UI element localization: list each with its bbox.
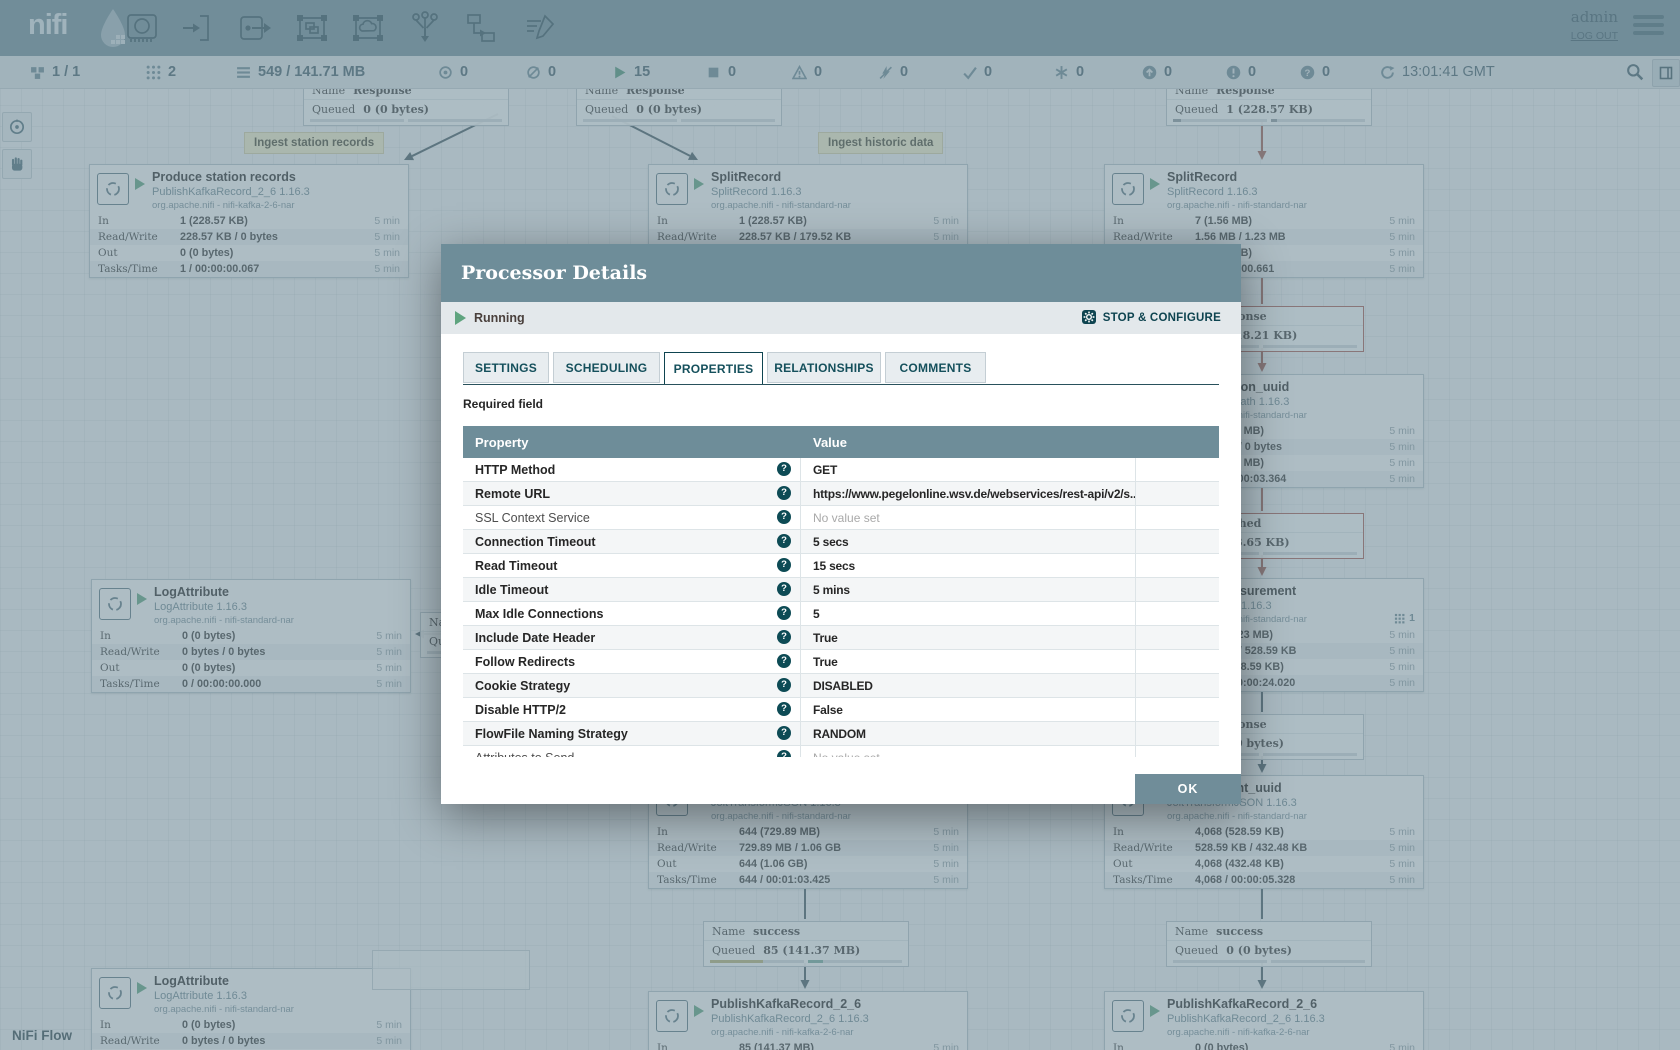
help-icon[interactable]: ? xyxy=(777,726,791,740)
help-icon[interactable]: ? xyxy=(777,678,791,692)
help-icon[interactable]: ? xyxy=(777,510,791,524)
stop-and-configure-button[interactable]: STOP & CONFIGURE xyxy=(1075,308,1227,329)
tab-scheduling[interactable]: SCHEDULING xyxy=(553,352,660,383)
property-value: GET xyxy=(801,458,1136,481)
gear-icon xyxy=(1081,309,1097,328)
property-name: Disable HTTP/2 xyxy=(463,703,566,717)
help-icon[interactable]: ? xyxy=(777,702,791,716)
help-icon[interactable]: ? xyxy=(777,630,791,644)
property-row: Follow Redirects? True xyxy=(463,650,1219,674)
property-row: Connection Timeout? 5 secs xyxy=(463,530,1219,554)
help-icon[interactable]: ? xyxy=(777,606,791,620)
tab-comments[interactable]: COMMENTS xyxy=(885,352,986,383)
property-row: Idle Timeout? 5 mins xyxy=(463,578,1219,602)
property-row: FlowFile Naming Strategy? RANDOM xyxy=(463,722,1219,746)
processor-state-label: Running xyxy=(474,311,525,325)
property-row: Max Idle Connections? 5 xyxy=(463,602,1219,626)
property-name: HTTP Method xyxy=(463,463,555,477)
property-row: Disable HTTP/2? False xyxy=(463,698,1219,722)
processor-details-dialog: Processor Details Running STOP & CONFIGU… xyxy=(441,244,1241,804)
tab-properties[interactable]: PROPERTIES xyxy=(664,352,763,384)
help-icon[interactable]: ? xyxy=(777,558,791,572)
property-column-header: Property xyxy=(463,435,801,450)
property-name: SSL Context Service xyxy=(463,511,590,525)
property-row: Remote URL? https://www.pegelonline.wsv.d… xyxy=(463,482,1219,506)
property-name: Connection Timeout xyxy=(463,535,596,549)
processor-state-bar: Running STOP & CONFIGURE xyxy=(441,302,1241,334)
nifi-app: Ingest station recordsIngest historic da… xyxy=(0,0,1680,1050)
help-icon[interactable]: ? xyxy=(777,654,791,668)
help-icon[interactable]: ? xyxy=(777,462,791,476)
property-value: False xyxy=(801,698,1136,721)
property-row: Include Date Header? True xyxy=(463,626,1219,650)
value-column-header: Value xyxy=(801,435,847,450)
property-value: True xyxy=(801,626,1136,649)
property-row: HTTP Method? GET xyxy=(463,458,1219,482)
property-value: 5 xyxy=(801,602,1136,625)
property-value: 5 secs xyxy=(801,530,1136,553)
property-row: Read Timeout? 15 secs xyxy=(463,554,1219,578)
properties-table: Property Value HTTP Method?GETRemote URL… xyxy=(463,426,1219,757)
required-field-label: Required field xyxy=(463,397,543,411)
dialog-tabs: SETTINGSSCHEDULINGPROPERTIESRELATIONSHIP… xyxy=(463,352,1219,385)
tab-settings[interactable]: SETTINGS xyxy=(463,352,549,383)
properties-table-header: Property Value xyxy=(463,426,1219,458)
dialog-header: Processor Details xyxy=(441,244,1241,302)
property-row: Cookie Strategy? DISABLED xyxy=(463,674,1219,698)
property-name: Remote URL xyxy=(463,487,550,501)
property-name: Idle Timeout xyxy=(463,583,548,597)
property-value: True xyxy=(801,650,1136,673)
help-icon[interactable]: ? xyxy=(777,534,791,548)
property-value: DISABLED xyxy=(801,674,1136,697)
property-name: Include Date Header xyxy=(463,631,595,645)
property-value: 15 secs xyxy=(801,554,1136,577)
property-name: Max Idle Connections xyxy=(463,607,604,621)
help-icon[interactable]: ? xyxy=(777,582,791,596)
dialog-title: Processor Details xyxy=(461,262,647,284)
property-value: https://www.pegelonline.wsv.de/webservic… xyxy=(801,482,1136,505)
property-row: SSL Context Service? No value set xyxy=(463,506,1219,530)
property-value: 5 mins xyxy=(801,578,1136,601)
property-name: Attributes to Send xyxy=(463,751,574,758)
property-row: Attributes to Send? No value set xyxy=(463,746,1219,757)
tab-relationships[interactable]: RELATIONSHIPS xyxy=(767,352,881,383)
help-icon[interactable]: ? xyxy=(777,750,791,757)
ok-button[interactable]: OK xyxy=(1135,774,1241,804)
property-value: RANDOM xyxy=(801,722,1136,745)
property-name: Cookie Strategy xyxy=(463,679,570,693)
property-name: Read Timeout xyxy=(463,559,557,573)
property-name: FlowFile Naming Strategy xyxy=(463,727,628,741)
property-value: No value set xyxy=(801,506,1136,529)
help-icon[interactable]: ? xyxy=(777,486,791,500)
running-icon xyxy=(455,311,466,325)
property-name: Follow Redirects xyxy=(463,655,575,669)
property-value: No value set xyxy=(801,746,1136,757)
